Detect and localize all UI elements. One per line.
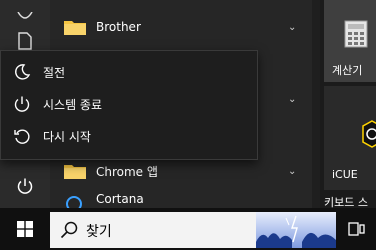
icue-icon [362,120,376,148]
restart-label: 다시 시작 [43,130,91,144]
app-label: Cortana [96,192,144,206]
search-placeholder: 찾기 [86,224,112,240]
power-icon [14,96,30,112]
shutdown-label: 시스템 종료 [43,98,103,112]
taskbar: 찾기 [0,208,376,250]
search-box[interactable]: 찾기 [50,212,336,248]
chevron-down-icon[interactable]: ⌄ [288,22,296,33]
start-button[interactable] [0,208,50,250]
folder-icon [64,165,86,179]
tile-label: 계산기 [332,64,363,77]
sleep-label: 절전 [43,66,66,80]
app-folder-brother[interactable]: Brother ⌄ [50,10,312,44]
tile-calculator[interactable]: 계산기 [324,0,376,82]
app-cortana[interactable]: Cortana [50,190,312,208]
power-button-icon[interactable] [14,175,36,197]
calculator-icon [344,20,368,48]
chevron-down-icon[interactable]: ⌄ [288,166,296,177]
windows-logo-icon [17,221,33,237]
restart-icon [14,129,30,144]
app-label: Chrome 앱 [96,164,158,179]
documents-icon[interactable] [14,30,36,52]
shutdown-option[interactable]: 시스템 종료 [1,87,257,119]
chevron-down-icon[interactable]: ⌄ [288,94,296,105]
task-view-icon[interactable] [348,220,366,238]
user-icon[interactable] [14,6,36,28]
tile-label: iCUE [332,168,358,181]
app-label: Brother [96,20,141,34]
tile-icue[interactable]: iCUE [324,86,376,190]
sleep-option[interactable]: 절전 [1,55,257,87]
cortana-icon [66,196,82,208]
restart-option[interactable]: 다시 시작 [1,119,257,151]
search-icon [60,221,78,239]
tile-keyboard[interactable]: 키보드 스 [324,194,376,209]
moon-icon [15,64,31,80]
search-highlight-art [256,212,336,248]
folder-icon [64,21,86,35]
start-tiles: 계산기 iCUE 키보드 스 [320,0,376,209]
power-menu: 절전 시스템 종료 다시 시작 [0,50,258,160]
